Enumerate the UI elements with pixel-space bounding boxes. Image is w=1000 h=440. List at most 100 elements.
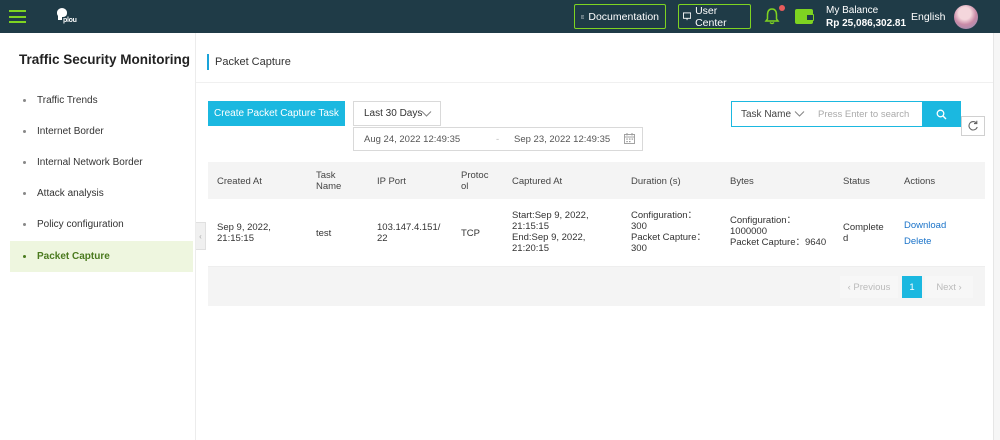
cell-created-at: Sep 9, 2022, — [217, 222, 271, 233]
sidebar-title: Traffic Security Monitoring — [19, 52, 191, 67]
sidebar: Traffic Security Monitoring Traffic Tren… — [0, 33, 196, 440]
cell-bytes-config-value: 1000000 — [730, 226, 767, 237]
wallet-icon[interactable] — [795, 9, 814, 24]
notification-badge — [779, 5, 785, 11]
previous-label: Previous — [853, 281, 891, 293]
sidebar-item-policy-configuration[interactable]: Policy configuration — [10, 209, 193, 240]
cell-duration-config-label: Configuration： — [631, 210, 698, 221]
search-field-select[interactable]: Task Name — [741, 109, 791, 120]
sidebar-item-label: Packet Capture — [37, 251, 110, 262]
page-1-button[interactable]: 1 — [902, 276, 922, 298]
notification-bell-icon[interactable] — [764, 7, 780, 25]
monitor-icon — [683, 12, 692, 21]
sidebar-item-label: Policy configuration — [37, 219, 124, 230]
avatar[interactable] — [954, 5, 978, 29]
cell-ip-port-cont: 22 — [377, 233, 388, 244]
column-captured-at: Captured At — [512, 176, 563, 187]
download-link[interactable]: Download — [904, 220, 946, 231]
sidebar-item-internal-network-border[interactable]: Internal Network Border — [10, 147, 193, 178]
column-task-name-cont: Name — [316, 181, 342, 192]
cell-protocol: TCP — [461, 228, 480, 239]
cell-ip-port: 103.147.4.151/ — [377, 222, 441, 233]
documentation-label: Documentation — [588, 10, 659, 23]
date-range-select[interactable]: Last 30 Days — [353, 101, 441, 126]
cell-captured-end-time: 21:20:15 — [512, 243, 549, 254]
cell-created-at-time: 21:15:15 — [217, 233, 254, 244]
bullet-icon — [23, 99, 26, 102]
sidebar-item-label: Internal Network Border — [37, 157, 143, 168]
calendar-icon[interactable] — [624, 133, 635, 144]
previous-page-button[interactable]: ‹ Previous — [840, 276, 898, 298]
table-row: Sep 9, 2022, 21:15:15 test 103.147.4.151… — [208, 199, 985, 267]
scrollbar[interactable] — [993, 33, 1000, 440]
column-bytes: Bytes — [730, 176, 754, 187]
sidebar-item-label: Internet Border — [37, 126, 104, 137]
balance-value: Rp 25,086,302.81 — [826, 18, 907, 29]
end-date[interactable]: Sep 23, 2022 12:49:35 — [514, 134, 610, 145]
cell-task-name: test — [316, 228, 332, 239]
cell-duration-capture-label: Packet Capture： — [631, 232, 706, 243]
column-status: Status — [843, 176, 870, 187]
create-packet-capture-task-button[interactable]: Create Packet Capture Task — [208, 101, 345, 126]
cell-bytes-capture: Packet Capture：9640 — [730, 237, 827, 248]
date-range-value: Last 30 Days — [364, 108, 423, 119]
cell-bytes-config-label: Configuration： — [730, 215, 797, 226]
cell-duration-config-value: 300 — [631, 221, 647, 232]
language-selector[interactable]: English — [911, 11, 945, 23]
search-input[interactable] — [818, 105, 922, 123]
column-created-at: Created At — [217, 176, 262, 187]
sidebar-item-label: Traffic Trends — [37, 95, 98, 106]
bullet-icon — [23, 161, 26, 164]
divider — [196, 82, 1000, 83]
logo-text: plou — [63, 17, 77, 24]
date-range-picker[interactable]: Aug 24, 2022 12:49:35 - Sep 23, 2022 12:… — [353, 127, 643, 151]
next-label: Next — [936, 281, 956, 293]
sidebar-collapse-handle[interactable]: ‹ — [196, 222, 206, 250]
bullet-icon — [23, 223, 26, 226]
column-protocol-cont: ol — [461, 181, 469, 192]
search-bar: Task Name — [731, 101, 961, 127]
sidebar-item-internet-border[interactable]: Internet Border — [10, 116, 193, 147]
pagination: ‹ Previous 1 Next › — [208, 267, 985, 306]
column-actions: Actions — [904, 176, 936, 187]
search-icon — [936, 109, 947, 119]
start-date[interactable]: Aug 24, 2022 12:49:35 — [364, 134, 460, 145]
cell-captured-end: End:Sep 9, 2022, — [512, 232, 586, 243]
table-header: Created At Task Name IP Port Protoc ol C… — [208, 162, 985, 199]
cell-captured-start: Start:Sep 9, 2022, — [512, 210, 589, 221]
sidebar-item-label: Attack analysis — [37, 188, 104, 199]
documentation-button[interactable]: Documentation — [574, 4, 666, 29]
column-task-name: Task — [316, 170, 336, 181]
title-accent-bar — [207, 54, 209, 70]
date-separator: - — [496, 134, 500, 145]
menu-icon[interactable] — [9, 10, 26, 23]
next-page-button[interactable]: Next › — [925, 276, 973, 298]
chevron-down-icon — [421, 111, 432, 117]
brand-logo[interactable]: plou — [55, 8, 77, 26]
top-navigation-bar: plou Documentation User Center My Balanc… — [0, 0, 1000, 33]
bullet-icon — [23, 255, 26, 258]
delete-link[interactable]: Delete — [904, 236, 931, 247]
column-duration: Duration (s) — [631, 176, 681, 187]
bullet-icon — [23, 192, 26, 195]
user-center-label: User Center — [695, 4, 727, 29]
book-icon — [581, 14, 585, 19]
sidebar-item-packet-capture[interactable]: Packet Capture — [10, 241, 193, 272]
chevron-right-icon: › — [955, 281, 962, 293]
bullet-icon — [23, 130, 26, 133]
cell-duration-capture-value: 300 — [631, 243, 647, 254]
refresh-button[interactable] — [961, 116, 985, 136]
user-center-button[interactable]: User Center — [678, 4, 751, 29]
sidebar-item-attack-analysis[interactable]: Attack analysis — [10, 178, 193, 209]
column-protocol: Protoc — [461, 170, 489, 181]
cell-status-cont: d — [843, 233, 849, 244]
column-ip-port: IP Port — [377, 176, 406, 187]
cell-captured-start-time: 21:15:15 — [512, 221, 549, 232]
cell-status: Complete — [843, 222, 884, 233]
page-title: Packet Capture — [215, 56, 291, 68]
refresh-icon — [968, 120, 978, 131]
chevron-down-icon[interactable] — [794, 108, 805, 119]
balance-label: My Balance — [826, 5, 879, 16]
search-button[interactable] — [922, 101, 961, 127]
sidebar-item-traffic-trends[interactable]: Traffic Trends — [10, 85, 193, 116]
